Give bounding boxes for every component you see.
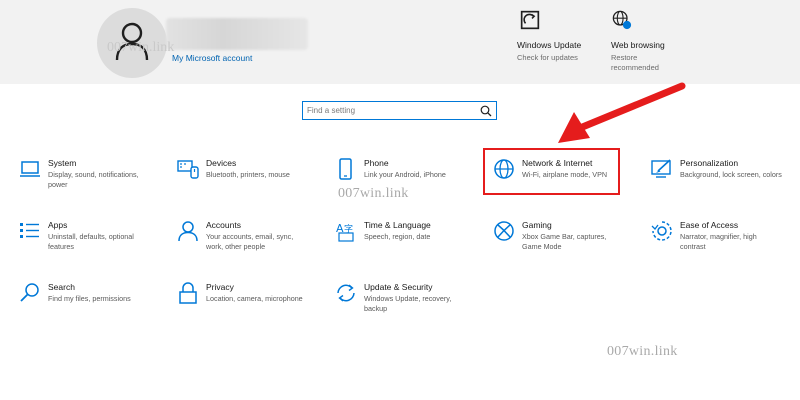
lock-icon [179, 282, 197, 304]
tile-description: Xbox Game Bar, captures, Game Mode [522, 232, 607, 251]
tile-description: Your accounts, email, sync, work, other … [206, 232, 294, 251]
tile-description: Narrator, magnifier, high contrast [680, 232, 757, 251]
web-browsing-subtitle: Restore recommended [611, 53, 659, 72]
tile-title: System [48, 158, 77, 168]
tile-title: Apps [48, 220, 68, 230]
ease-of-access-icon [651, 221, 672, 241]
tile-time-language[interactable]: A 字 Time & Language Speech, region, date [335, 220, 485, 270]
tile-devices[interactable]: Devices Bluetooth, printers, mouse [177, 158, 327, 208]
tile-description: Find my files, permissions [48, 294, 131, 303]
my-microsoft-account-link[interactable]: My Microsoft account [172, 53, 252, 63]
tile-title: Search [48, 282, 75, 292]
paintbrush-icon [651, 159, 671, 178]
search-input[interactable] [307, 103, 477, 118]
windows-update-title: Windows Update [517, 40, 582, 50]
account-header: 007win.link My Microsoft account Windows… [0, 0, 800, 84]
tile-description: Background, lock screen, colors [680, 170, 782, 179]
watermark: 007win.link [107, 40, 175, 55]
tile-apps[interactable]: Apps Uninstall, defaults, optional featu… [19, 220, 169, 270]
tile-description: Location, camera, microphone [206, 294, 303, 303]
tile-title: Phone [364, 158, 389, 168]
apps-list-icon [20, 223, 39, 238]
search-icon [20, 283, 39, 302]
tile-title: Ease of Access [680, 220, 739, 230]
windows-update-subtitle: Check for updates [517, 53, 578, 62]
tile-search[interactable]: Search Find my files, permissions [19, 282, 169, 332]
tile-gaming[interactable]: Gaming Xbox Game Bar, captures, Game Mod… [493, 220, 643, 270]
search-icon [480, 105, 492, 117]
windows-update-icon [520, 10, 540, 30]
find-setting-search[interactable] [302, 101, 497, 120]
tile-description: Display, sound, notifications, power [48, 170, 139, 189]
tile-title: Time & Language [364, 220, 431, 230]
devices-icon [177, 160, 199, 179]
tile-system[interactable]: System Display, sound, notifications, po… [19, 158, 169, 208]
tile-personalization[interactable]: Personalization Background, lock screen,… [651, 158, 800, 208]
tile-description: Bluetooth, printers, mouse [206, 170, 290, 179]
phone-icon [339, 158, 352, 180]
tile-accounts[interactable]: Accounts Your accounts, email, sync, wor… [177, 220, 327, 270]
sync-icon [337, 284, 355, 302]
globe-alert-icon [612, 10, 632, 30]
red-arrow-annotation [558, 82, 686, 143]
settings-home: 007win.link My Microsoft account Windows… [0, 0, 800, 400]
account-name-redacted [166, 18, 308, 50]
person-icon [178, 221, 198, 242]
tile-title: Accounts [206, 220, 241, 230]
tile-title: Devices [206, 158, 237, 168]
tile-title: Privacy [206, 282, 234, 292]
tile-update-security[interactable]: Update & Security Windows Update, recove… [335, 282, 485, 332]
tile-privacy[interactable]: Privacy Location, camera, microphone [177, 282, 327, 332]
highlight-box [483, 148, 620, 195]
tile-title: Update & Security [364, 282, 433, 292]
tile-ease-of-access[interactable]: Ease of Access Narrator, magnifier, high… [651, 220, 800, 270]
tile-description: Speech, region, date [364, 232, 431, 241]
tile-description: Uninstall, defaults, optional features [48, 232, 134, 251]
watermark: 007win.link [607, 344, 678, 359]
xbox-icon [494, 221, 514, 241]
watermark: 007win.link [338, 186, 409, 201]
laptop-icon [20, 161, 40, 177]
tile-title: Personalization [680, 158, 739, 168]
tile-title: Gaming [522, 220, 552, 230]
tile-description: Windows Update, recovery, backup [364, 294, 452, 313]
time-language-icon: A 字 [336, 222, 354, 242]
tile-description: Link your Android, iPhone [364, 170, 446, 179]
web-browsing-title: Web browsing [611, 40, 665, 50]
